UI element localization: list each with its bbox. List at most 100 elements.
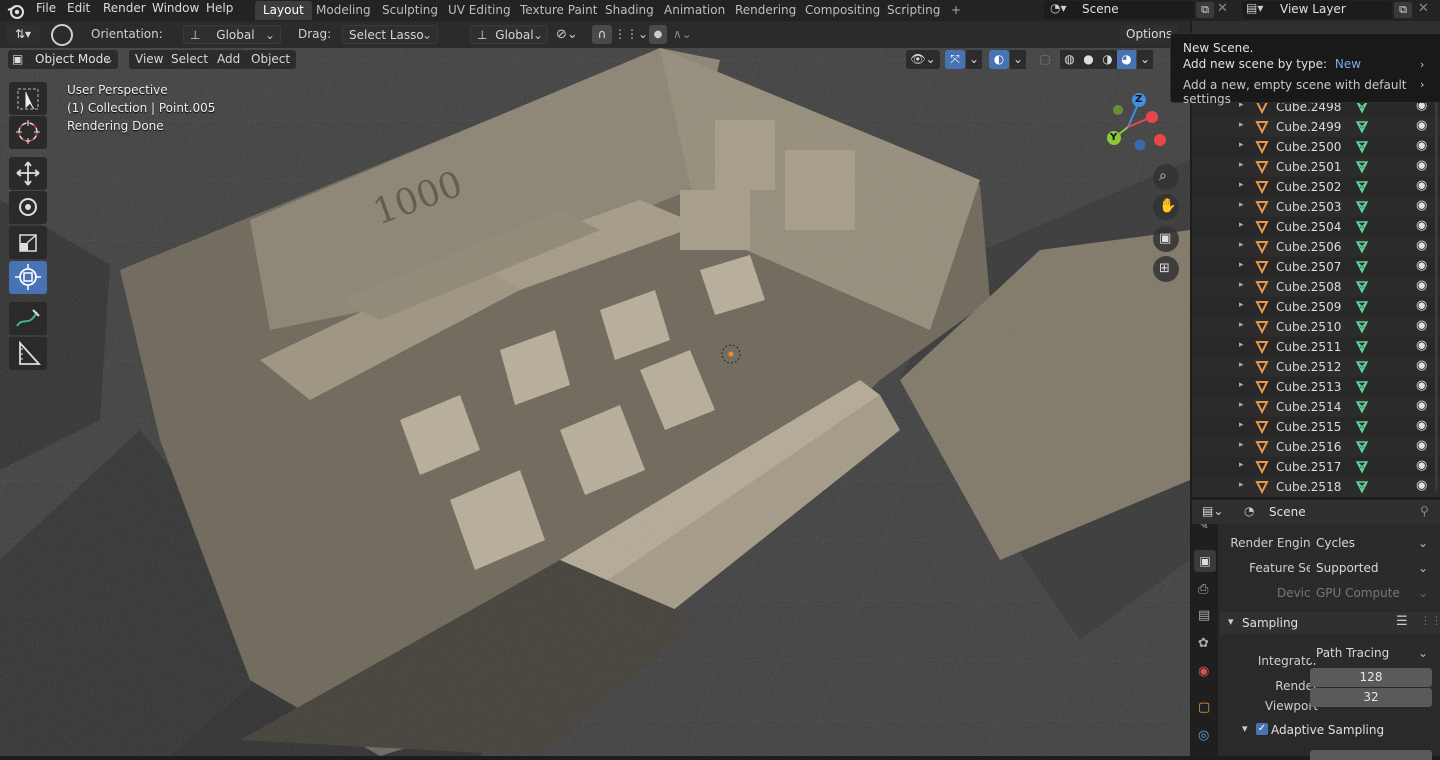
eye-visibility-icon[interactable]: ◉ [1416,418,1427,433]
expand-arrow-icon[interactable]: ▸ [1239,380,1244,390]
outliner-row[interactable]: ▸ Cube.2513 ◉ [1192,377,1440,397]
expand-arrow-icon[interactable]: ▸ [1239,420,1244,430]
outliner-row[interactable]: ▸ Cube.2506 ◉ [1192,237,1440,257]
expand-arrow-icon[interactable]: ▸ [1239,440,1244,450]
view-layer-properties-tab-icon[interactable]: ▤ [1198,608,1210,623]
menu-object[interactable]: Object [245,50,297,69]
overlay-toggle-icon[interactable]: ◐ [989,50,1009,69]
orientation-dropdown[interactable]: ⊥ Global ⌄ [183,25,281,44]
properties-editor-type-icon[interactable]: ▤⌄ [1202,504,1223,518]
rotate-tool-button[interactable] [9,191,47,224]
outliner-row[interactable]: ▸ Cube.2501 ◉ [1192,157,1440,177]
expand-arrow-icon[interactable]: ▸ [1239,360,1244,370]
outliner-row[interactable]: ▸ Cube.2499 ◉ [1192,117,1440,137]
mesh-data-icon[interactable] [1355,480,1369,494]
expand-arrow-icon[interactable]: ▸ [1239,160,1244,170]
mesh-data-icon[interactable] [1355,360,1369,374]
shading-solid-icon[interactable]: ● [1079,50,1098,69]
eye-visibility-icon[interactable]: ◉ [1416,138,1427,153]
select-tool-button[interactable] [9,82,47,115]
eye-visibility-icon[interactable]: ◉ [1416,358,1427,373]
outliner-row[interactable]: ▸ Cube.2504 ◉ [1192,217,1440,237]
tab-scripting[interactable]: Scripting [879,1,948,20]
mesh-data-icon[interactable] [1355,140,1369,154]
object-properties-tab-icon[interactable]: ▢ [1198,700,1210,715]
eye-visibility-icon[interactable]: ◉ [1416,118,1427,133]
mesh-data-icon[interactable] [1355,240,1369,254]
delete-scene-icon[interactable]: ✕ [1217,1,1228,16]
menu-view[interactable]: View [129,50,170,69]
world-properties-tab-icon[interactable]: ◉ [1198,664,1209,679]
shading-wireframe-icon[interactable]: ◍ [1060,50,1079,69]
outliner-row[interactable]: ▸ Cube.2514 ◉ [1192,397,1440,417]
outliner-scrollbar[interactable] [1435,51,1438,491]
eye-visibility-icon[interactable]: ◉ [1416,438,1427,453]
eye-visibility-icon[interactable]: ◉ [1416,458,1427,473]
integrator-dropdown[interactable]: Path Tracing ⌄ [1310,644,1432,663]
mode-dropdown[interactable]: ▣ Object Mode ⌄ [8,50,118,69]
constraints-tab-icon[interactable]: ◎ [1198,728,1209,743]
mesh-data-icon[interactable] [1355,400,1369,414]
expand-arrow-icon[interactable]: ▸ [1239,320,1244,330]
xray-icon[interactable]: ▢ [1036,50,1054,69]
menu-add[interactable]: Add [211,50,247,69]
eye-visibility-icon[interactable]: ◉ [1416,218,1427,233]
shading-dropdown-icon[interactable]: ⌄ [1137,50,1153,69]
pivot-point-icon[interactable]: ⊘⌄ [556,25,586,44]
proportional-edit-icon[interactable]: ● [649,25,667,44]
adaptive-sampling-checkbox[interactable]: ✓ [1256,723,1268,735]
move-tool-button[interactable] [9,157,47,190]
mesh-data-icon[interactable] [1355,440,1369,454]
eye-visibility-icon[interactable]: ◉ [1416,338,1427,353]
drag-dropdown[interactable]: Select Lasso ⌄ [342,25,438,44]
outliner-row[interactable]: ▸ Cube.2511 ◉ [1192,337,1440,357]
render-samples-field[interactable]: 128 [1310,668,1432,687]
eye-visibility-icon[interactable]: ◉ [1416,478,1427,493]
menu-edit[interactable]: Edit [60,0,97,21]
tab-shading[interactable]: Shading [597,1,662,20]
expand-arrow-icon[interactable]: ▸ [1239,400,1244,410]
editor-type-icon[interactable]: ⇅▾ [6,25,40,44]
eye-visibility-icon[interactable]: ◉ [1416,318,1427,333]
perspective-toggle-button[interactable]: ⊞ [1153,256,1179,282]
outliner-row[interactable]: ▸ Cube.2503 ◉ [1192,197,1440,217]
eye-visibility-icon[interactable]: ◉ [1416,158,1427,173]
mesh-data-icon[interactable] [1355,120,1369,134]
expand-arrow-icon[interactable]: ▸ [1239,200,1244,210]
snap-target-icon[interactable]: ⋮⋮⌄ [614,25,648,44]
measure-tool-button[interactable] [9,337,47,370]
delete-view-layer-icon[interactable]: ✕ [1418,1,1429,16]
expand-arrow-icon[interactable]: ▸ [1239,240,1244,250]
mesh-data-icon[interactable] [1355,340,1369,354]
tab-layout[interactable]: Layout [255,1,312,20]
expand-arrow-icon[interactable]: ▸ [1239,280,1244,290]
outliner-filter-icon[interactable]: › [1420,58,1424,71]
eye-visibility-icon[interactable]: ◉ [1416,238,1427,253]
outliner-row[interactable]: ▸ Cube.2517 ◉ [1192,457,1440,477]
scene-selector[interactable]: ◔▾ Scene [1044,1,1194,19]
outliner-row[interactable]: ▸ Cube.2512 ◉ [1192,357,1440,377]
mesh-data-icon[interactable] [1355,160,1369,174]
tab-rendering[interactable]: Rendering [727,1,804,20]
outliner-row[interactable]: ▸ Cube.2502 ◉ [1192,177,1440,197]
eye-visibility-icon[interactable]: ◉ [1416,298,1427,313]
eye-visibility-icon[interactable]: ◉ [1416,198,1427,213]
expand-arrow-icon[interactable]: ▸ [1239,140,1244,150]
transform-orientation-dropdown[interactable]: ⊥ Global ⌄ [470,25,548,44]
tab-sculpting[interactable]: Sculpting [374,1,446,20]
tab-compositing[interactable]: Compositing [797,1,888,20]
expand-arrow-icon[interactable]: ▸ [1239,460,1244,470]
view-layer-selector[interactable]: ▤▾ View Layer [1242,1,1392,19]
mesh-data-icon[interactable] [1355,260,1369,274]
outliner-row[interactable]: ▸ Cube.2518 ◉ [1192,477,1440,497]
expand-arrow-icon[interactable]: ▸ [1239,340,1244,350]
blender-logo-icon[interactable] [7,2,25,20]
menu-window[interactable]: Window [145,0,206,21]
expand-arrow-icon[interactable]: ▸ [1239,300,1244,310]
menu-file[interactable]: File [29,0,63,21]
expand-arrow-icon[interactable]: ▸ [1239,120,1244,130]
noise-threshold-field[interactable] [1310,750,1432,760]
mesh-data-icon[interactable] [1355,300,1369,314]
shading-rendered-icon[interactable]: ◕ [1117,50,1136,69]
eye-visibility-icon[interactable]: ◉ [1416,378,1427,393]
